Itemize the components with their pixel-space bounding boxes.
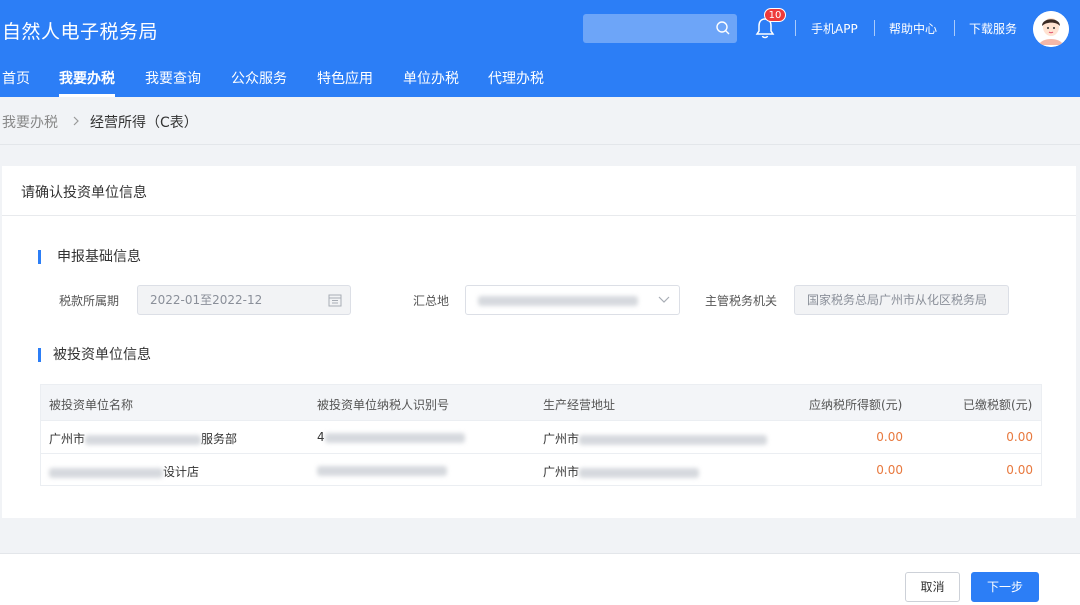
investment-unit-card: 请确认投资单位信息 申报基础信息 税款所属期 2022-01至2022-12 汇… bbox=[2, 166, 1076, 518]
app-title[interactable]: 自然人电子税务局 bbox=[2, 17, 158, 44]
nav-unit-tax[interactable]: 单位办税 bbox=[403, 68, 459, 97]
search-input[interactable] bbox=[583, 14, 737, 43]
unit-name-suffix: 服务部 bbox=[201, 432, 238, 446]
redacted-text bbox=[317, 465, 447, 476]
unit-name-prefix: 广州市 bbox=[49, 432, 86, 446]
redacted-text bbox=[324, 432, 465, 443]
section-marker bbox=[38, 250, 41, 264]
breadcrumb-current: 经营所得（C表） bbox=[90, 115, 198, 131]
period-value: 2022-01至2022-12 bbox=[150, 293, 263, 307]
divider bbox=[954, 20, 955, 36]
divider bbox=[795, 20, 796, 36]
col-taxable-income: 应纳税所得额(元) bbox=[809, 398, 903, 412]
tax-paid-value: 0.00 bbox=[1006, 430, 1033, 444]
search-icon[interactable] bbox=[715, 20, 731, 36]
table-header: 被投资单位名称 被投资单位纳税人识别号 生产经营地址 应纳税所得额(元) 已缴税… bbox=[41, 385, 1041, 421]
divider bbox=[874, 20, 875, 36]
tax-id-prefix: 4 bbox=[317, 430, 325, 444]
breadcrumb: 我要办税 经营所得（C表） bbox=[0, 97, 1080, 145]
nav-tax-handling[interactable]: 我要办税 bbox=[59, 68, 115, 97]
tax-paid-value: 0.00 bbox=[1006, 463, 1033, 477]
next-step-button[interactable]: 下一步 bbox=[971, 572, 1039, 602]
unit-name-suffix: 设计店 bbox=[163, 465, 200, 479]
chevron-down-icon bbox=[658, 296, 670, 303]
notification-badge: 10 bbox=[764, 8, 786, 22]
redacted-text bbox=[579, 434, 768, 445]
col-tax-paid: 已缴税额(元) bbox=[963, 398, 1033, 412]
nav-query[interactable]: 我要查询 bbox=[145, 68, 201, 97]
redacted-text bbox=[478, 295, 638, 306]
nav-special-apps[interactable]: 特色应用 bbox=[317, 68, 373, 97]
nav-home[interactable]: 首页 bbox=[2, 68, 30, 97]
unit-tax-id: 4 bbox=[317, 430, 465, 444]
breadcrumb-parent[interactable]: 我要办税 bbox=[2, 112, 58, 132]
summary-location-label: 汇总地 bbox=[413, 294, 450, 308]
redacted-text bbox=[49, 467, 163, 478]
unit-tax-id bbox=[317, 463, 447, 477]
download-service-link[interactable]: 下载服务 bbox=[969, 20, 1017, 37]
period-field: 2022-01至2022-12 bbox=[137, 285, 351, 315]
mobile-app-link[interactable]: 手机APP bbox=[811, 20, 858, 37]
redacted-text bbox=[579, 467, 700, 478]
tax-authority-field: 国家税务总局广州市从化区税务局 bbox=[794, 285, 1009, 315]
action-footer: 取消 下一步 bbox=[0, 553, 1080, 605]
unit-name: 设计店 bbox=[49, 463, 199, 480]
col-unit-name: 被投资单位名称 bbox=[49, 398, 134, 412]
taxable-income-value: 0.00 bbox=[876, 463, 903, 477]
section-title-basic-info: 申报基础信息 bbox=[57, 249, 141, 265]
help-center-link[interactable]: 帮助中心 bbox=[889, 20, 937, 37]
taxable-income-value: 0.00 bbox=[876, 430, 903, 444]
unit-address: 广州市 bbox=[543, 430, 768, 447]
section-marker bbox=[38, 348, 41, 362]
calendar-icon bbox=[328, 294, 342, 307]
table-row[interactable]: 广州市 服务部 4 广州市 0.00 0.00 bbox=[41, 420, 1041, 453]
col-address: 生产经营地址 bbox=[543, 398, 616, 412]
cancel-button[interactable]: 取消 bbox=[905, 572, 960, 602]
chevron-right-icon bbox=[73, 116, 79, 126]
nav-public-service[interactable]: 公众服务 bbox=[231, 68, 287, 97]
redacted-text bbox=[85, 434, 202, 445]
address-prefix: 广州市 bbox=[543, 432, 580, 446]
col-tax-id: 被投资单位纳税人识别号 bbox=[317, 398, 450, 412]
tax-authority-value: 国家税务总局广州市从化区税务局 bbox=[807, 293, 988, 307]
card-title: 请确认投资单位信息 bbox=[21, 185, 147, 201]
avatar-icon bbox=[1033, 11, 1069, 47]
user-avatar[interactable] bbox=[1033, 11, 1069, 47]
unit-name: 广州市 服务部 bbox=[49, 430, 237, 447]
nav-agent-tax[interactable]: 代理办税 bbox=[488, 68, 544, 97]
divider bbox=[2, 215, 1076, 216]
address-prefix: 广州市 bbox=[543, 465, 580, 479]
section-title-invested-units: 被投资单位信息 bbox=[53, 347, 151, 363]
unit-address: 广州市 bbox=[543, 463, 700, 480]
table-row[interactable]: 设计店 广州市 0.00 0.00 bbox=[41, 453, 1041, 486]
period-label: 税款所属期 bbox=[59, 294, 120, 308]
invested-units-table: 被投资单位名称 被投资单位纳税人识别号 生产经营地址 应纳税所得额(元) 已缴税… bbox=[40, 384, 1042, 486]
tax-authority-label: 主管税务机关 bbox=[705, 294, 778, 308]
summary-location-select[interactable] bbox=[465, 285, 680, 315]
top-header: 自然人电子税务局 10 手机APP 帮助中心 下载服务 首页 我要办税 我要查询… bbox=[0, 0, 1080, 97]
